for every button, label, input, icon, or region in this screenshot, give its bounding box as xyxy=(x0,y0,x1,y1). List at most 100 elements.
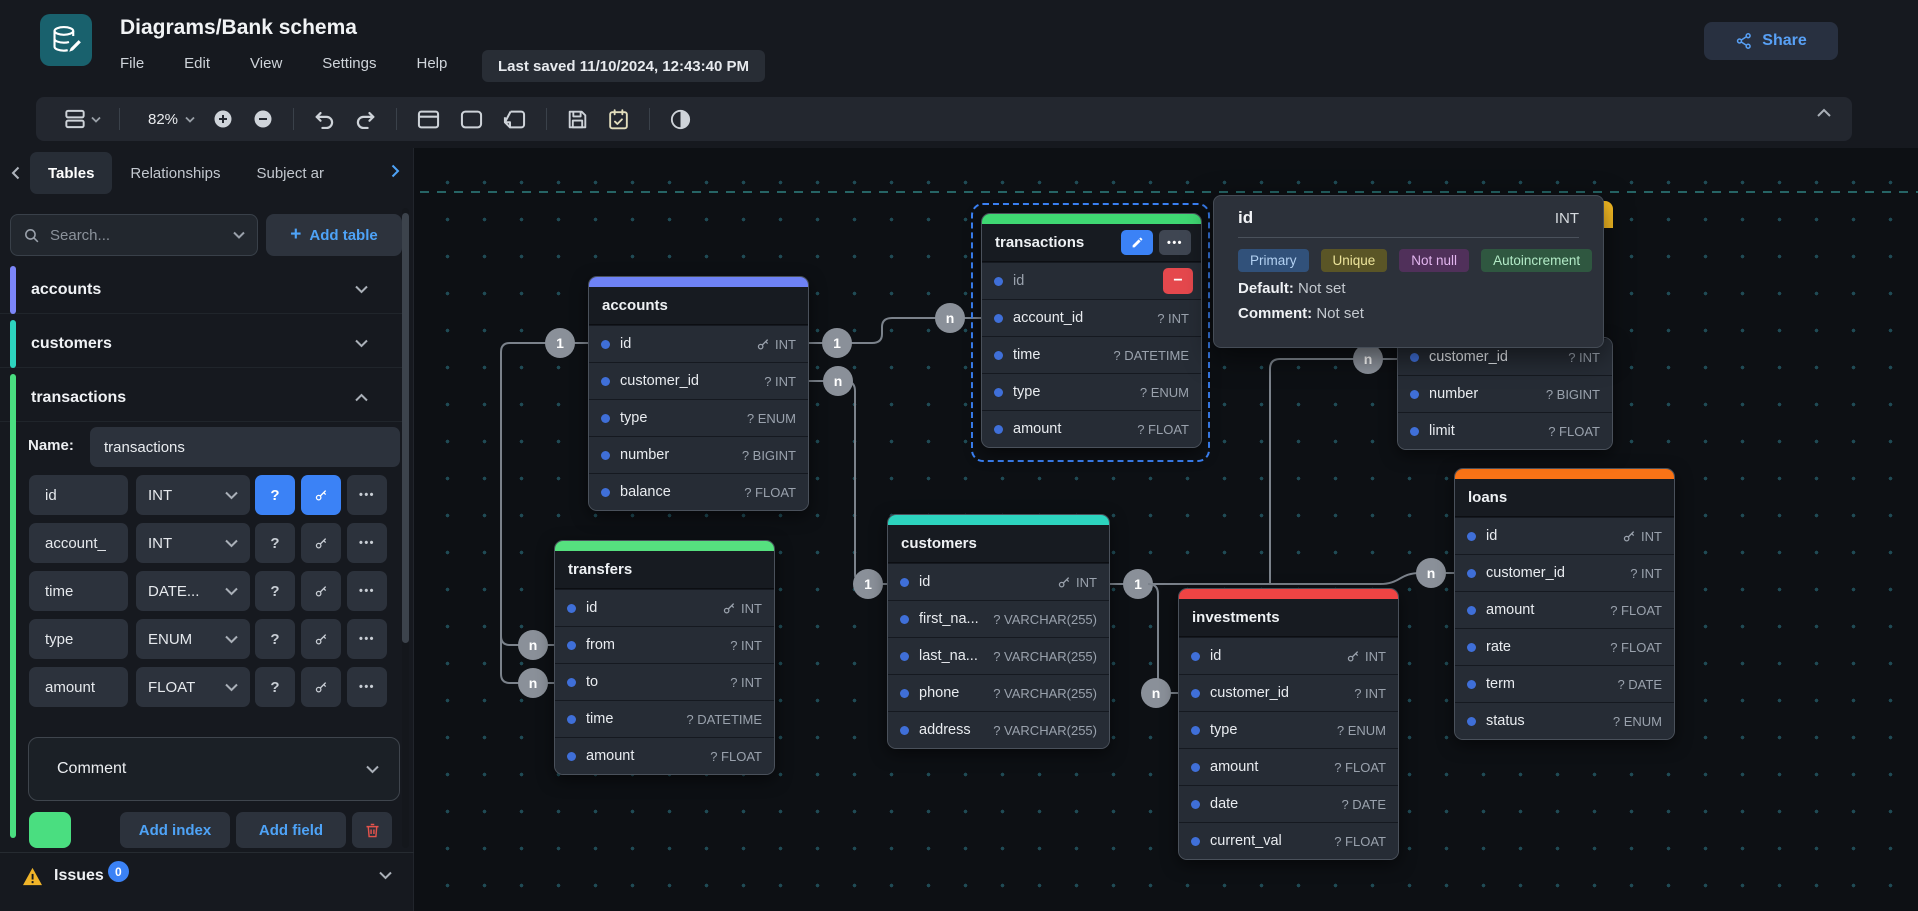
table-field-row[interactable]: date? DATE xyxy=(1179,785,1398,822)
field-name-button[interactable]: type xyxy=(29,619,128,659)
panel-scrollbar[interactable] xyxy=(402,208,409,848)
zoom-out-button[interactable] xyxy=(243,103,283,135)
save-button[interactable] xyxy=(557,103,598,135)
edit-table-button[interactable] xyxy=(1121,230,1153,255)
sidebar-item-accounts[interactable]: accounts xyxy=(0,266,402,314)
tab-subject-ar[interactable]: Subject ar xyxy=(238,152,342,194)
theme-toggle-button[interactable] xyxy=(660,103,701,135)
field-name-button[interactable]: time xyxy=(29,571,128,611)
diagram-table-transfers[interactable]: transfersid INTfrom? INTto? INTtime? DAT… xyxy=(554,540,775,775)
field-more-button[interactable]: ••• xyxy=(347,523,387,563)
menu-edit[interactable]: Edit xyxy=(184,55,210,72)
table-field-row[interactable]: customer_id? INT xyxy=(1179,674,1398,711)
table-field-row[interactable]: id INT xyxy=(1179,637,1398,674)
table-name-input[interactable] xyxy=(90,427,400,467)
table-field-row[interactable]: time? DATETIME xyxy=(982,336,1201,373)
scrollbar-thumb[interactable] xyxy=(402,213,409,643)
field-more-button[interactable]: ••• xyxy=(347,571,387,611)
todo-calendar-button[interactable] xyxy=(598,103,639,135)
menu-file[interactable]: File xyxy=(120,55,144,72)
table-field-row[interactable]: number? BIGINT xyxy=(1398,375,1612,412)
diagram-table-credit_cards[interactable]: customer_id? INTnumber? BIGINTlimit? FLO… xyxy=(1397,337,1613,450)
table-name-row[interactable]: transactions••• xyxy=(982,224,1201,262)
undo-button[interactable] xyxy=(304,103,345,135)
table-field-row[interactable]: rate? FLOAT xyxy=(1455,628,1674,665)
layout-button[interactable] xyxy=(54,103,109,135)
chevron-up-icon[interactable] xyxy=(355,393,368,402)
menu-settings[interactable]: Settings xyxy=(322,55,376,72)
field-type-select[interactable]: FLOAT xyxy=(136,667,250,707)
field-nullable-button[interactable]: ? xyxy=(255,571,295,611)
diagram-table-loans[interactable]: loansid INTcustomer_id? INTamount? FLOAT… xyxy=(1454,468,1675,740)
issues-bar[interactable]: Issues 0 xyxy=(0,852,414,911)
add-index-button[interactable]: Add index xyxy=(120,812,230,848)
table-field-row[interactable]: last_na...? VARCHAR(255) xyxy=(888,637,1109,674)
table-field-row[interactable]: amount? FLOAT xyxy=(1179,748,1398,785)
field-name-button[interactable]: account_ xyxy=(29,523,128,563)
field-primary-key-button[interactable] xyxy=(301,523,341,563)
table-more-button[interactable]: ••• xyxy=(1159,230,1191,255)
field-primary-key-button[interactable] xyxy=(301,667,341,707)
add-table-button[interactable]: + Add table xyxy=(266,214,402,256)
table-name-row[interactable]: investments xyxy=(1179,599,1398,637)
table-color-swatch[interactable] xyxy=(29,812,71,848)
table-field-row[interactable]: from? INT xyxy=(555,626,774,663)
tab-relationships[interactable]: Relationships xyxy=(112,152,238,194)
diagram-table-customers[interactable]: customersid INTfirst_na...? VARCHAR(255)… xyxy=(887,514,1110,749)
share-button[interactable]: Share xyxy=(1704,22,1838,60)
field-nullable-button[interactable]: ? xyxy=(255,619,295,659)
field-nullable-button[interactable]: ? xyxy=(255,475,295,515)
table-field-row[interactable]: current_val? FLOAT xyxy=(1179,822,1398,859)
table-field-row[interactable]: id INT xyxy=(888,563,1109,600)
field-more-button[interactable]: ••• xyxy=(347,619,387,659)
diagram-table-investments[interactable]: investmentsid INTcustomer_id? INTtype? E… xyxy=(1178,588,1399,860)
add-field-button[interactable]: Add field xyxy=(236,812,346,848)
table-field-row[interactable]: amount? FLOAT xyxy=(555,737,774,774)
menu-view[interactable]: View xyxy=(250,55,282,72)
field-type-select[interactable]: ENUM xyxy=(136,619,250,659)
menu-help[interactable]: Help xyxy=(416,55,447,72)
add-subject-area-tool[interactable] xyxy=(450,103,493,135)
table-field-row[interactable]: id INT xyxy=(589,325,808,362)
field-primary-key-button[interactable] xyxy=(301,571,341,611)
table-name-row[interactable]: customers xyxy=(888,525,1109,563)
field-type-select[interactable]: DATE... xyxy=(136,571,250,611)
table-field-row[interactable]: address? VARCHAR(255) xyxy=(888,711,1109,748)
table-field-row[interactable]: phone? VARCHAR(255) xyxy=(888,674,1109,711)
table-field-row[interactable]: first_na...? VARCHAR(255) xyxy=(888,600,1109,637)
collapse-toolbar-button[interactable] xyxy=(1816,108,1832,118)
field-name-button[interactable]: id xyxy=(29,475,128,515)
table-field-row[interactable]: number? BIGINT xyxy=(589,436,808,473)
table-field-row[interactable]: type? ENUM xyxy=(982,373,1201,410)
redo-button[interactable] xyxy=(345,103,386,135)
zoom-level-selector[interactable]: 82% xyxy=(130,103,203,135)
table-field-row[interactable]: id INT xyxy=(1455,517,1674,554)
field-nullable-button[interactable]: ? xyxy=(255,667,295,707)
comment-section[interactable]: Comment xyxy=(28,737,400,801)
diagram-table-transactions[interactable]: transactions•••id−account_id? INTtime? D… xyxy=(981,213,1202,448)
table-name-row[interactable]: transfers xyxy=(555,551,774,589)
chevron-down-icon[interactable] xyxy=(355,339,368,348)
table-field-row[interactable]: account_id? INT xyxy=(982,299,1201,336)
field-more-button[interactable]: ••• xyxy=(347,475,387,515)
table-field-row[interactable]: term? DATE xyxy=(1455,665,1674,702)
tabs-scroll-left-button[interactable] xyxy=(0,166,30,180)
table-field-row[interactable]: amount? FLOAT xyxy=(982,410,1201,447)
field-name-button[interactable]: amount xyxy=(29,667,128,707)
sidebar-item-transactions[interactable]: transactions xyxy=(0,374,402,422)
zoom-in-button[interactable] xyxy=(203,103,243,135)
tabs-scroll-right-button[interactable] xyxy=(391,164,400,178)
table-field-row[interactable]: amount? FLOAT xyxy=(1455,591,1674,628)
field-primary-key-button[interactable] xyxy=(301,619,341,659)
table-field-row[interactable]: id− xyxy=(982,262,1201,299)
search-input[interactable] xyxy=(50,227,223,244)
table-search[interactable] xyxy=(10,214,258,256)
table-field-row[interactable]: limit? FLOAT xyxy=(1398,412,1612,449)
table-field-row[interactable]: type? ENUM xyxy=(1179,711,1398,748)
diagram-table-accounts[interactable]: accountsid INTcustomer_id? INTtype? ENUM… xyxy=(588,276,809,511)
field-type-select[interactable]: INT xyxy=(136,523,250,563)
table-name-row[interactable]: accounts xyxy=(589,287,808,325)
delete-field-button[interactable]: − xyxy=(1163,268,1193,294)
table-field-row[interactable]: balance? FLOAT xyxy=(589,473,808,510)
sidebar-item-customers[interactable]: customers xyxy=(0,320,402,368)
